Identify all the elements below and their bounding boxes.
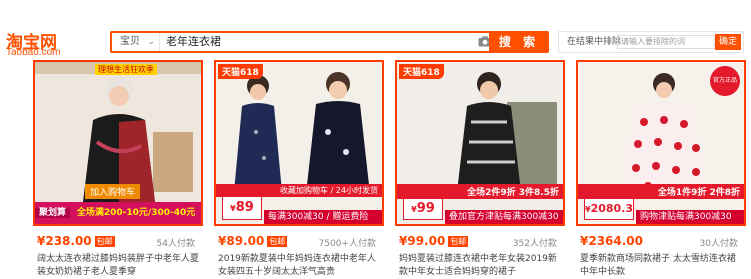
sales-count: 7500+人付款 xyxy=(318,239,376,249)
taobao-search-page: 淘宝网 Taobao.com 宝贝 ⌄ 老年连衣裙 搜 索 在结果中排除 请输入… xyxy=(0,0,751,279)
product-card[interactable]: 天猫618 全场2件9折 3件8.5折 ¥99 叠加官方津贴每满300减30 ¥… xyxy=(395,60,565,279)
free-shipping-badge: 包邮 xyxy=(94,236,115,247)
price-value: ¥2364.00 xyxy=(580,234,644,248)
price: ¥2364.00 xyxy=(580,234,643,248)
promo-price-tag: ¥2080.3 xyxy=(584,198,634,220)
free-shipping-badge: 包邮 xyxy=(448,236,469,247)
sales-count: 30人付款 xyxy=(699,239,738,249)
result-filter: 在结果中排除 请输入要排除的词 确定 xyxy=(558,31,744,53)
product-title[interactable]: 阔太太连衣裙过膝妈妈装胖子中老年人夏装女奶奶裙子老人夏季穿 xyxy=(37,253,201,279)
promo-text: 全场满200-10元/300-40元 xyxy=(76,208,196,218)
promo-price-value: 89 xyxy=(235,200,254,215)
search-input[interactable]: 老年连衣裙 xyxy=(166,33,221,51)
product-image[interactable]: 天猫618 全场2件9折 3件8.5折 ¥99 叠加官方津贴每满300减30 xyxy=(395,60,565,226)
product-image[interactable]: 官方正品 全场1件9折 2件8折 ¥2080.3 购物津贴每满300减30 xyxy=(576,60,746,226)
sales-count: 352人付款 xyxy=(512,239,557,249)
price: ¥89.00 包邮 xyxy=(218,234,288,248)
product-title[interactable]: 2019新款夏装中年妈妈连衣裙中老年人女装四五十岁阔太太洋气高贵 xyxy=(218,253,382,279)
price-value: ¥238.00 xyxy=(37,234,92,248)
search-bar: 宝贝 ⌄ 老年连衣裙 搜 索 xyxy=(110,31,549,53)
chevron-down-icon: ⌄ xyxy=(147,37,155,47)
tmall-618-tag: 天猫618 xyxy=(218,64,263,79)
category-label: 宝贝 xyxy=(120,36,140,47)
product-card[interactable]: 天猫618 收藏加购物车 / 24小时发货 ¥89 每满300减30 / 赠运费… xyxy=(214,60,384,279)
price-value: ¥99.00 xyxy=(399,234,446,248)
promo-strip: 全场1件9折 2件8折 xyxy=(578,184,744,199)
search-category-select[interactable]: 宝贝 ⌄ xyxy=(112,33,160,51)
promo-price-tag: ¥89 xyxy=(222,196,262,220)
promo-price-tag: ¥99 xyxy=(403,198,443,220)
juhuasuan-label: 聚划算 xyxy=(35,208,71,218)
product-title[interactable]: 夏季新款商场同款裙子 太太雪纺连衣裙中年中长款 xyxy=(580,253,744,279)
tmall-618-tag: 天猫618 xyxy=(399,64,444,79)
promo-top-band: 理想生活狂欢季 xyxy=(95,64,157,75)
confirm-button[interactable]: 确定 xyxy=(715,34,741,50)
sales-count: 54人付款 xyxy=(156,239,195,249)
product-card[interactable]: 官方正品 全场1件9折 2件8折 ¥2080.3 购物津贴每满300减30 ¥2… xyxy=(576,60,746,279)
promo-band: 购物津贴每满300减30 xyxy=(636,210,744,224)
promo-price-value: 99 xyxy=(416,201,435,216)
promo-band: 叠加官方津贴每满300减30 xyxy=(445,210,563,224)
price-value: ¥89.00 xyxy=(218,234,265,248)
official-badge: 官方正品 xyxy=(710,66,740,96)
promo-price-value: 2080.3 xyxy=(590,202,634,215)
logo-subtext: Taobao.com xyxy=(6,47,61,58)
promo-band: 每满300减30 / 赠运费险 xyxy=(264,210,382,224)
promo-band: 聚划算 全场满200-10元/300-40元 xyxy=(35,202,201,224)
add-cart-overlay: 加入购物车 xyxy=(85,184,141,199)
search-button[interactable]: 搜 索 xyxy=(489,31,549,53)
result-filter-label: 在结果中排除 xyxy=(567,37,622,47)
product-title[interactable]: 妈妈夏装过膝连衣裙中老年女装2019新款中年女士适合妈妈穿的裙子 xyxy=(399,253,563,279)
product-image[interactable]: 理想生活狂欢季 加入购物车 聚划算 全场满200-10元/300-40元 xyxy=(33,60,203,226)
promo-strip: 全场2件9折 3件8.5折 xyxy=(397,184,563,199)
taobao-logo[interactable]: 淘宝网 Taobao.com xyxy=(6,28,98,62)
price: ¥238.00 包邮 xyxy=(37,234,115,248)
product-photo xyxy=(35,62,201,224)
product-card[interactable]: 理想生活狂欢季 加入购物车 聚划算 全场满200-10元/300-40元 ¥23… xyxy=(33,60,203,279)
product-image[interactable]: 天猫618 收藏加购物车 / 24小时发货 ¥89 每满300减30 / 赠运费… xyxy=(214,60,384,226)
exclude-words-input[interactable]: 请输入要排除的词 xyxy=(617,35,715,49)
price: ¥99.00 包邮 xyxy=(399,234,469,248)
free-shipping-badge: 包邮 xyxy=(267,236,288,247)
